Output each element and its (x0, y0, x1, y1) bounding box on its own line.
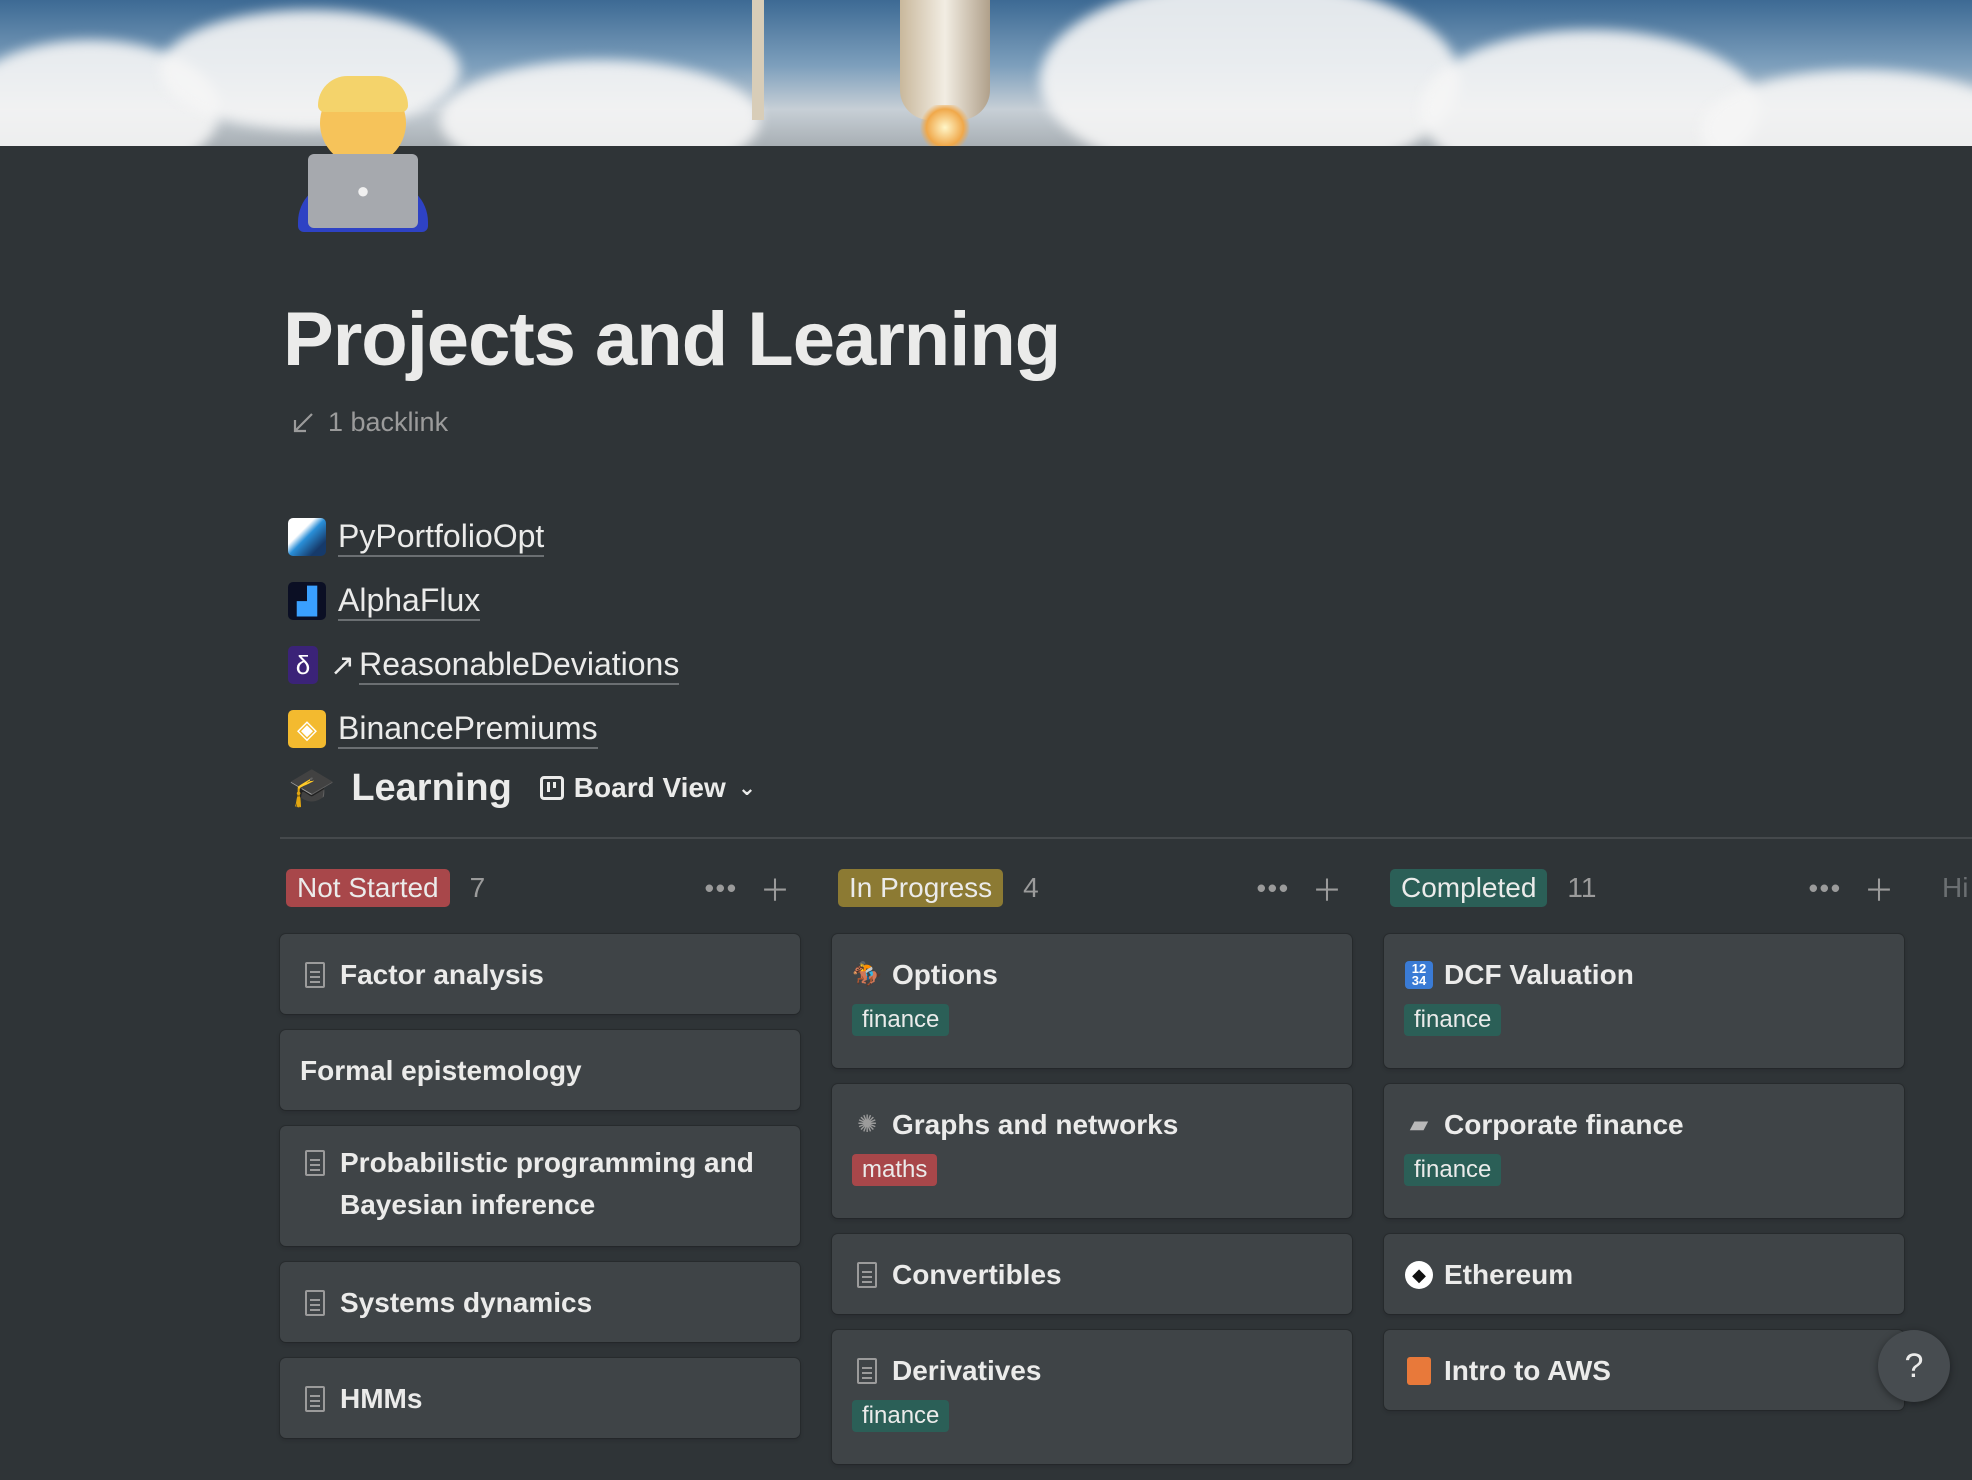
link-pyportfolioopt[interactable]: PyPortfolioOpt (288, 505, 679, 569)
board-column-in-progress: In Progress 4 ••• ＋ 🏇 Options finance ✺ Gr… (832, 866, 1352, 1480)
board-card[interactable]: ▰ Corporate finance finance (1384, 1084, 1904, 1218)
board-card[interactable]: Derivatives finance (832, 1330, 1352, 1464)
technologist-emoji-icon[interactable]: ● (290, 72, 440, 232)
tag-finance: finance (852, 1400, 950, 1432)
board-card[interactable]: ✺ Graphs and networks maths (832, 1084, 1352, 1218)
horse-racing-icon: 🏇 (852, 961, 882, 988)
board-card[interactable]: HMMs (280, 1358, 800, 1438)
spider-web-icon: ✺ (856, 1111, 878, 1138)
plus-icon[interactable]: ＋ (1312, 866, 1342, 910)
database-divider (280, 837, 1972, 839)
column-count: 7 (469, 872, 486, 903)
column-header: In Progress 4 ••• ＋ (832, 866, 1352, 910)
numbers-input-icon: 12 34 (1404, 954, 1434, 996)
view-selector[interactable]: Board View ⌄ (539, 772, 757, 804)
external-link-arrow-icon: ↗ (330, 648, 356, 682)
column-count: 11 (1567, 872, 1597, 903)
database-title[interactable]: Learning (351, 767, 511, 810)
page-icon (300, 1142, 330, 1184)
ethereum-icon: ◆ (1404, 1254, 1434, 1296)
link-alphaflux[interactable]: ▟ AlphaFlux (288, 569, 679, 633)
board-column-completed: Completed 11 ••• ＋ 12 34 DCF Valuation fin… (1384, 866, 1904, 1426)
status-pill[interactable]: In Progress (838, 869, 1004, 907)
board-card[interactable]: ◆ Ethereum (1384, 1234, 1904, 1314)
board-column-not-started: Not Started 7 ••• ＋ Factor analysis Form… (280, 866, 800, 1454)
more-options-icon[interactable]: ••• (1809, 873, 1842, 904)
status-pill[interactable]: Completed (1390, 869, 1548, 907)
plus-icon[interactable]: ＋ (1864, 866, 1894, 910)
binance-logo-icon: ◈ (288, 710, 326, 748)
tag-finance: finance (1404, 1154, 1502, 1186)
page-title[interactable]: Projects and Learning (283, 296, 1061, 383)
page-icon (852, 1350, 882, 1392)
page-icon (300, 1378, 330, 1420)
board-view-icon (539, 776, 564, 800)
tag-maths: maths (852, 1154, 938, 1186)
database-header: 🎓 Learning Board View ⌄ (288, 766, 756, 810)
help-button[interactable]: ? (1878, 1330, 1950, 1402)
column-header: Not Started 7 ••• ＋ (280, 866, 800, 910)
page-icon (300, 1282, 330, 1324)
link-binancepremiums[interactable]: ◈ BinancePremiums (288, 697, 679, 761)
board-card[interactable]: Convertibles (832, 1234, 1352, 1314)
tag-finance: finance (1404, 1004, 1502, 1036)
arrow-down-left-icon (293, 412, 313, 432)
alphaflux-logo-icon: ▟ (288, 582, 326, 620)
pyportfolioopt-logo-icon (288, 518, 326, 556)
column-count: 4 (1023, 872, 1039, 903)
more-options-icon[interactable]: ••• (705, 873, 738, 904)
page-icon (300, 954, 330, 996)
aws-icon (1404, 1350, 1434, 1392)
folder-icon: ▰ (1409, 1111, 1429, 1138)
tag-finance: finance (852, 1004, 950, 1036)
plus-icon[interactable]: ＋ (760, 866, 790, 910)
board-card[interactable]: Systems dynamics (280, 1262, 800, 1342)
hidden-groups-label[interactable]: Hi (1942, 872, 1968, 904)
backlink-count: 1 backlink (328, 407, 449, 437)
chevron-down-icon: ⌄ (737, 775, 757, 800)
space-shuttle (900, 0, 990, 120)
delta-icon: δ (288, 646, 318, 684)
graduation-cap-icon: 🎓 (288, 767, 336, 809)
backlinks-button[interactable]: 1 backlink (290, 407, 448, 438)
column-header: Completed 11 ••• ＋ (1384, 866, 1904, 910)
more-options-icon[interactable]: ••• (1257, 873, 1290, 904)
status-pill[interactable]: Not Started (286, 869, 450, 907)
view-label: Board View (573, 772, 726, 803)
page-icon (852, 1254, 882, 1296)
rocket-trail (752, 0, 764, 120)
board-card[interactable]: Factor analysis (280, 934, 800, 1014)
board-card[interactable]: Formal epistemology (280, 1030, 800, 1110)
board-card[interactable]: 🏇 Options finance (832, 934, 1352, 1068)
linked-pages-list: PyPortfolioOpt ▟ AlphaFlux δ ↗ Reasonabl… (288, 505, 680, 761)
board-card[interactable]: 12 34 DCF Valuation finance (1384, 934, 1904, 1068)
board-card[interactable]: Intro to AWS (1384, 1330, 1904, 1410)
board-card[interactable]: Probabilistic programming and Bayesian i… (280, 1126, 800, 1246)
link-reasonabledeviations[interactable]: δ ↗ ReasonableDeviations (288, 633, 680, 697)
